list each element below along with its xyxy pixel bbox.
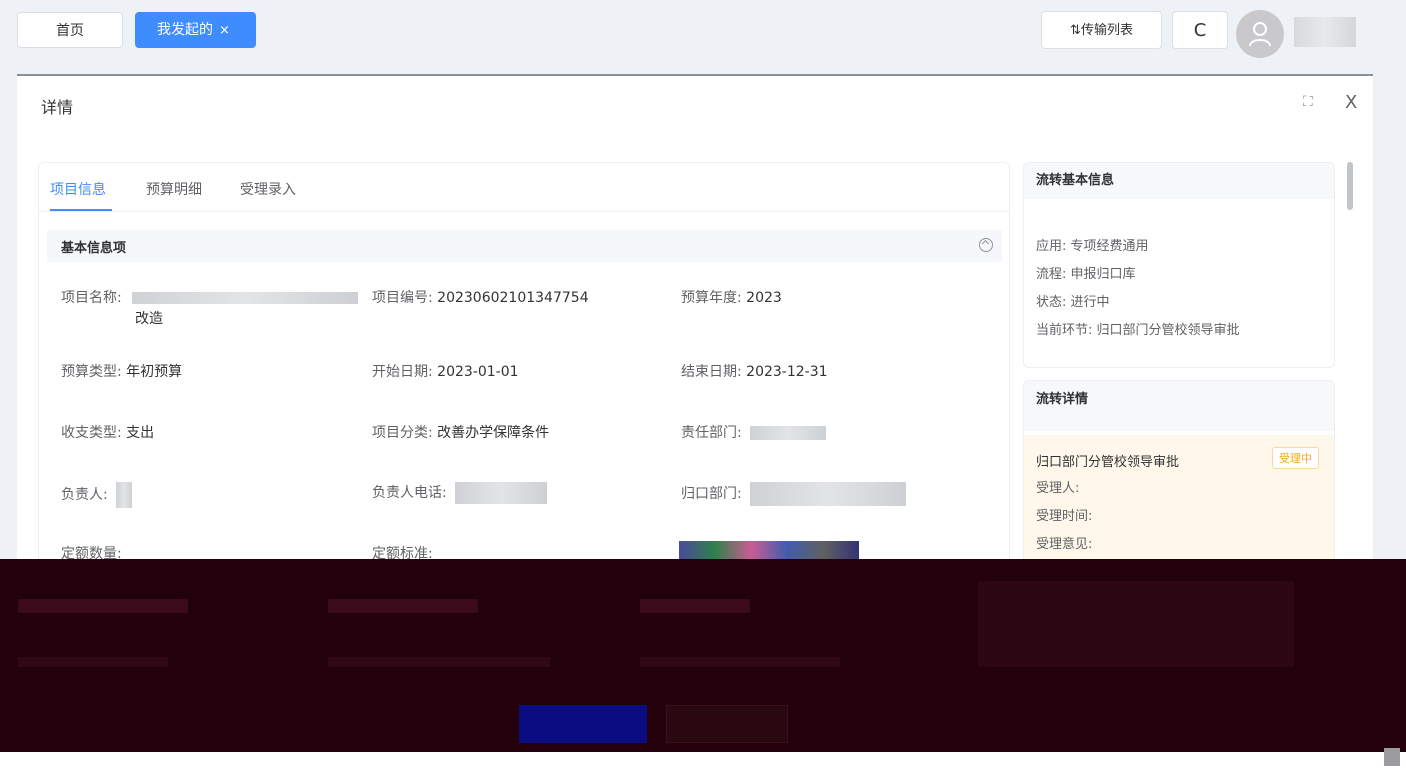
field-project-no: 项目编号: 20230602101347754 — [372, 287, 589, 307]
tab-my-initiated-label: 我发起的 — [157, 22, 213, 38]
flow-app: 应用: 专项经费通用 — [1036, 239, 1149, 254]
tab-project-info[interactable]: 项目信息 — [50, 179, 106, 199]
user-icon — [1249, 22, 1271, 47]
return-dept-redacted — [750, 482, 907, 506]
transfer-list-button[interactable]: ⇅传输列表 — [1041, 11, 1162, 49]
field-label: 收支类型: — [61, 425, 122, 441]
section-header: 基本信息项 — [47, 230, 1002, 262]
field-project-name: 项目名称: — [61, 287, 359, 307]
resize-handle[interactable] — [1384, 748, 1400, 766]
field-owner: 负责人: — [61, 482, 133, 508]
field-start-date: 开始日期: 2023-01-01 — [372, 361, 519, 381]
field-label: 归口部门: — [681, 486, 742, 502]
dept-redacted — [750, 426, 827, 440]
field-owner-phone: 负责人电话: — [372, 482, 548, 504]
close-icon[interactable]: X — [1345, 92, 1357, 113]
tab-home[interactable]: 首页 — [17, 12, 123, 48]
field-label: 开始日期: — [372, 364, 433, 380]
field-return-dept: 归口部门: — [681, 482, 907, 506]
field-label: 预算类型: — [61, 364, 122, 380]
flow-step-item: 归口部门分管校领导审批 受理中 受理人: 受理时间: 受理意见: — [1024, 435, 1334, 565]
field-value: 2023-01-01 — [437, 364, 519, 380]
flow-handler: 受理人: — [1036, 481, 1080, 496]
field-budget-type: 预算类型: 年初预算 — [61, 361, 182, 381]
field-label: 项目分类: — [372, 425, 433, 441]
field-label: 预算年度: — [681, 290, 742, 306]
username-redacted[interactable] — [1294, 17, 1356, 47]
flow-opinion: 受理意见: — [1036, 537, 1093, 552]
tab-my-initiated[interactable]: 我发起的 × — [135, 12, 256, 48]
tab-budget-detail[interactable]: 预算明细 — [146, 179, 202, 199]
field-label: 负责人: — [61, 487, 108, 503]
flow-basic-panel: 流转基本信息 应用: 专项经费通用 流程: 申报归口库 状态: 进行中 当前环节… — [1023, 162, 1335, 368]
flow-status: 状态: 进行中 — [1036, 295, 1110, 310]
flow-time: 受理时间: — [1036, 509, 1093, 524]
maximize-icon[interactable]: ⛶ — [1303, 94, 1313, 110]
detail-tabs: 项目信息 预算明细 受理录入 — [39, 163, 1009, 212]
phone-redacted — [455, 482, 548, 504]
detail-dialog: 详情 ⛶ X 项目信息 预算明细 受理录入 基本信息项 项目名称: 改造 项目编… — [17, 74, 1373, 582]
field-value: 2023 — [746, 290, 782, 306]
flow-process: 流程: 申报归口库 — [1036, 267, 1136, 282]
corrupted-overlay — [0, 559, 1406, 752]
project-name-redacted — [132, 292, 359, 304]
active-tab-indicator — [50, 209, 112, 211]
corrupted-text — [640, 599, 750, 613]
field-label: 负责人电话: — [372, 485, 447, 501]
corrupted-button-primary[interactable] — [519, 705, 647, 743]
status-badge: 受理中 — [1272, 447, 1319, 469]
field-label: 结束日期: — [681, 364, 742, 380]
dialog-title: 详情 — [41, 98, 74, 117]
field-value: 改善办学保障条件 — [437, 425, 550, 441]
flow-current-step: 当前环节: 归口部门分管校领导审批 — [1036, 323, 1240, 338]
scrollbar-thumb[interactable] — [1347, 162, 1353, 210]
project-card: 项目信息 预算明细 受理录入 基本信息项 项目名称: 改造 项目编号: 2023… — [38, 162, 1010, 582]
collapse-icon[interactable] — [979, 238, 993, 252]
bottom-strip — [0, 752, 1406, 769]
refresh-button[interactable]: C — [1172, 11, 1228, 49]
corrupted-button-secondary[interactable] — [666, 705, 788, 743]
field-responsible-dept: 责任部门: — [681, 422, 827, 442]
section-title: 基本信息项 — [61, 241, 127, 256]
field-income-type: 收支类型: 支出 — [61, 422, 154, 442]
flow-detail-title: 流转详情 — [1024, 381, 1334, 431]
flow-detail-panel: 流转详情 归口部门分管校领导审批 受理中 受理人: 受理时间: 受理意见: — [1023, 380, 1335, 566]
corrupted-text — [18, 599, 188, 613]
flow-step-name: 归口部门分管校领导审批 — [1036, 455, 1180, 470]
corrupted-text — [328, 599, 478, 613]
field-value: 20230602101347754 — [437, 290, 589, 306]
field-value: 支出 — [126, 425, 155, 441]
flow-basic-title: 流转基本信息 — [1024, 163, 1334, 199]
corrupted-text — [640, 657, 840, 667]
field-value: 年初预算 — [126, 364, 183, 380]
corrupted-text — [328, 657, 550, 667]
tab-acceptance-entry[interactable]: 受理录入 — [240, 179, 296, 199]
field-label: 项目名称: — [61, 290, 122, 306]
field-category: 项目分类: 改善办学保障条件 — [372, 422, 549, 442]
field-label: 项目编号: — [372, 290, 433, 306]
field-end-date: 结束日期: 2023-12-31 — [681, 361, 828, 381]
avatar[interactable] — [1236, 10, 1284, 58]
corrupted-text — [18, 657, 168, 667]
corrupted-panel — [978, 581, 1294, 667]
tab-close-icon[interactable]: × — [219, 23, 230, 38]
field-budget-year: 预算年度: 2023 — [681, 287, 782, 307]
top-bar: 首页 我发起的 × ⇅传输列表 C — [0, 0, 1406, 70]
field-value: 2023-12-31 — [746, 364, 828, 380]
owner-redacted — [116, 482, 133, 508]
project-name-suffix: 改造 — [135, 311, 163, 327]
field-label: 责任部门: — [681, 425, 742, 441]
